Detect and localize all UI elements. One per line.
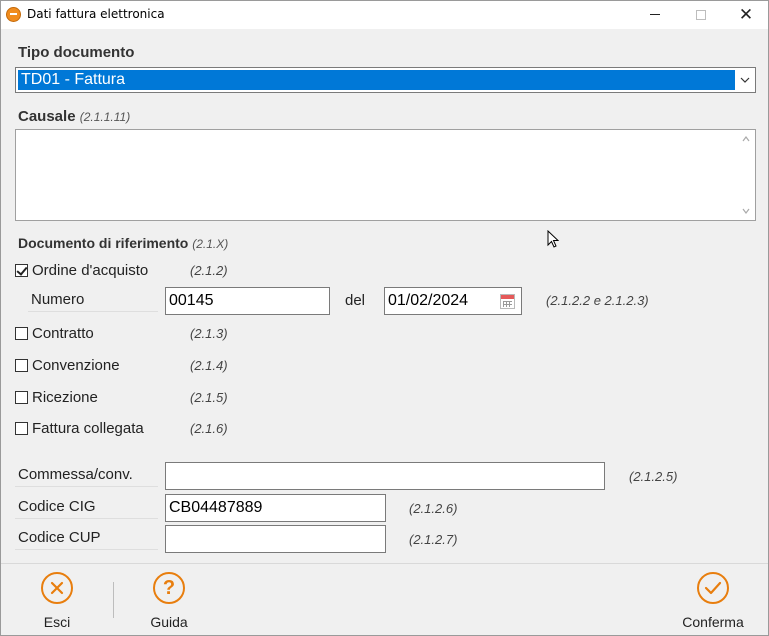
ricezione-label: Ricezione [32,388,98,406]
maximize-button[interactable] [678,1,724,28]
cup-input[interactable] [165,525,386,553]
commessa-input[interactable] [165,462,605,490]
commessa-label: Commessa/conv. [15,464,158,487]
check-circle-icon [697,572,729,604]
commessa-ref: (2.1.2.5) [629,469,678,484]
dialog-window: Dati fattura elettronica ✕ Tipo document… [0,0,769,636]
form-panel: Tipo documento TD01 - Fattura Causale (2… [1,29,768,563]
x-mark-icon [50,581,64,595]
del-label: del [345,292,366,309]
causale-scrollbar[interactable] [738,130,755,220]
causale-ref: (2.1.1.11) [79,110,131,124]
esci-label: Esci [43,614,71,630]
app-logo-icon [6,7,21,22]
cup-ref: (2.1.2.7) [409,532,458,547]
documento-riferimento-text: Documento di riferimento [18,235,189,251]
documento-riferimento-label: Documento di riferimento (2.1.X) [18,235,228,251]
ordine-checkbox[interactable] [15,263,28,277]
ordine-checkbox-row[interactable]: Ordine d'acquisto [15,260,148,280]
calendar-icon[interactable] [500,294,515,309]
tipo-documento-select[interactable]: TD01 - Fattura [15,67,756,93]
tipo-documento-label: Tipo documento [18,44,134,61]
minimize-icon [650,14,660,15]
ordine-label: Ordine d'acquisto [32,261,149,279]
cig-label: Codice CIG [15,496,158,519]
check-mark-icon [704,581,722,595]
close-icon: ✕ [738,4,754,24]
causale-label: Causale (2.1.1.11) [18,108,130,125]
cig-input[interactable]: CB04487889 [165,494,386,522]
cig-ref: (2.1.2.6) [409,501,458,516]
scroll-down-icon[interactable] [742,207,750,215]
fattura-collegata-checkbox[interactable] [15,421,28,435]
guida-button[interactable]: ? Guida [143,572,195,632]
ricezione-checkbox[interactable] [15,390,28,404]
conferma-label: Conferma [682,614,744,630]
data-input-value: 01/02/2024 [388,292,469,309]
tipo-documento-label-text: Tipo documento [18,44,135,61]
ricezione-ref: (2.1.5) [190,390,228,405]
ordine-ref: (2.1.2) [190,263,228,278]
minimize-button[interactable] [632,1,678,28]
cup-label: Codice CUP [15,527,158,550]
esci-button[interactable]: Esci [33,572,81,632]
causale-label-text: Causale [18,108,76,125]
documento-riferimento-ref: (2.1.X) [192,237,229,251]
maximize-icon [696,9,706,20]
data-input[interactable]: 01/02/2024 [384,287,522,315]
contratto-checkbox-row[interactable]: Contratto [15,323,94,343]
mouse-cursor-icon [547,230,559,248]
bottom-toolbar: Esci ? Guida Conferma [1,563,768,635]
help-question-icon: ? [153,572,185,604]
date-ref: (2.1.2.2 e 2.1.2.3) [546,293,649,308]
tipo-documento-selected: TD01 - Fattura [18,70,735,90]
cancel-x-icon [41,572,73,604]
contratto-checkbox[interactable] [15,326,28,340]
convenzione-label: Convenzione [32,356,120,374]
causale-textarea[interactable] [15,129,756,221]
title-bar: Dati fattura elettronica ✕ [1,1,768,28]
convenzione-checkbox-row[interactable]: Convenzione [15,355,120,375]
toolbar-divider [113,582,114,618]
contratto-ref: (2.1.3) [190,326,228,341]
convenzione-checkbox[interactable] [15,358,28,372]
fattura-collegata-ref: (2.1.6) [190,421,228,436]
numero-label: Numero [28,289,158,312]
guida-label: Guida [150,614,188,630]
numero-input[interactable]: 00145 [165,287,330,315]
fattura-collegata-checkbox-row[interactable]: Fattura collegata [15,418,144,438]
chevron-down-icon [740,77,750,83]
close-button[interactable]: ✕ [723,1,769,28]
contratto-label: Contratto [32,324,94,342]
conferma-button[interactable]: Conferma [677,572,749,632]
scroll-up-icon[interactable] [742,135,750,143]
convenzione-ref: (2.1.4) [190,358,228,373]
window-title: Dati fattura elettronica [27,7,165,21]
ricezione-checkbox-row[interactable]: Ricezione [15,387,98,407]
fattura-collegata-label: Fattura collegata [32,419,144,437]
